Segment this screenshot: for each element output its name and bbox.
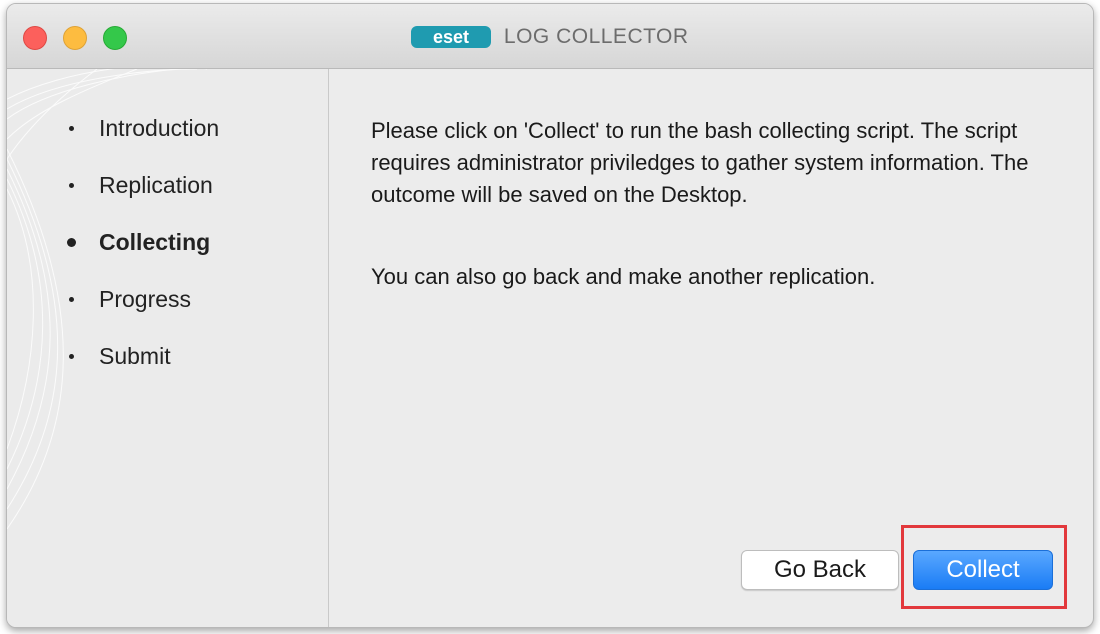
step-label: Replication <box>99 172 213 198</box>
steps-list: Introduction Replication Collecting Prog… <box>67 113 219 398</box>
step-submit: Submit <box>67 341 219 398</box>
app-window: eset LOG COLLECTOR Introduction Replicat… <box>6 3 1094 628</box>
step-progress: Progress <box>67 284 219 341</box>
title-bar[interactable]: eset LOG COLLECTOR <box>7 4 1093 69</box>
collect-button[interactable]: Collect <box>913 550 1053 590</box>
window-title-group: eset LOG COLLECTOR <box>7 23 1093 51</box>
steps-sidebar: Introduction Replication Collecting Prog… <box>7 69 329 627</box>
step-label: Progress <box>99 286 192 312</box>
step-label: Collecting <box>99 229 211 255</box>
eset-logo: eset <box>411 26 492 48</box>
step-label: Introduction <box>99 115 220 141</box>
step-label: Submit <box>99 343 171 369</box>
step-bullet-active <box>67 238 76 247</box>
step-bullet <box>69 354 74 359</box>
go-back-button[interactable]: Go Back <box>741 550 899 590</box>
step-bullet <box>69 126 74 131</box>
window-title: LOG COLLECTOR <box>503 25 689 48</box>
step-replication: Replication <box>67 170 219 227</box>
step-bullet <box>69 297 74 302</box>
step-introduction: Introduction <box>67 113 219 170</box>
go-back-hint-text: You can also go back and make another re… <box>371 264 876 289</box>
instructions-text: Please click on 'Collect' to run the bas… <box>371 118 1029 207</box>
eset-logo-text: eset <box>433 27 469 47</box>
main-content: Please click on 'Collect' to run the bas… <box>329 69 1093 627</box>
step-bullet <box>69 183 74 188</box>
step-collecting: Collecting <box>67 227 219 284</box>
